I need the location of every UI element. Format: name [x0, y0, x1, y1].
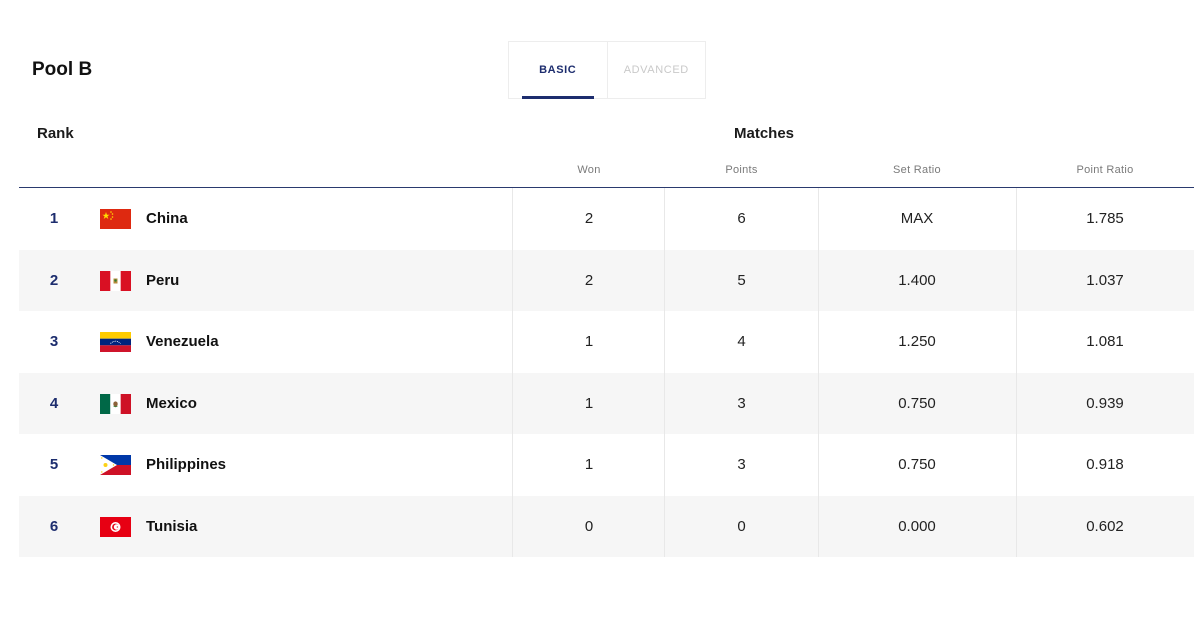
- pool-title: Pool B: [32, 59, 93, 80]
- peru-flag-icon: [100, 270, 131, 291]
- points-header: Points: [725, 164, 758, 176]
- table-row[interactable]: 4 Mexico 1 3 0.750 0.939: [19, 372, 1194, 435]
- tab-advanced[interactable]: ADVANCED: [606, 42, 706, 98]
- team-name[interactable]: Tunisia: [146, 496, 197, 558]
- mexico-flag-icon: [100, 393, 131, 414]
- won-cell: 1: [584, 333, 594, 351]
- set-ratio-header: Set Ratio: [893, 164, 941, 176]
- rank-cell: 3: [49, 333, 59, 351]
- rank-cell: 1: [49, 210, 59, 228]
- points-cell: 4: [737, 333, 746, 351]
- table-row[interactable]: 2 Peru 2 5 1.400 1.037: [19, 249, 1194, 312]
- standings-table: 1 China 2 6 MAX 1.785 2 Peru 2 5 1.400 1…: [19, 188, 1194, 557]
- point-ratio-cell: 0.602: [1086, 517, 1124, 535]
- matches-header: Matches: [734, 125, 795, 142]
- point-ratio-cell: 1.081: [1086, 333, 1124, 351]
- china-flag-icon: [100, 209, 131, 229]
- table-row[interactable]: 1 China 2 6 MAX 1.785: [19, 188, 1194, 250]
- won-cell: 2: [584, 210, 594, 228]
- rank-cell: 4: [49, 394, 59, 412]
- points-cell: 6: [737, 210, 746, 228]
- point-ratio-header: Point Ratio: [1076, 164, 1134, 176]
- column-divider: [512, 188, 513, 557]
- column-divider: [664, 188, 665, 557]
- set-ratio-cell: MAX: [900, 210, 934, 228]
- points-cell: 0: [737, 517, 746, 535]
- won-cell: 1: [584, 394, 594, 412]
- column-divider: [818, 188, 819, 557]
- set-ratio-cell: 1.250: [898, 333, 936, 351]
- won-header: Won: [577, 164, 601, 176]
- won-cell: 2: [584, 271, 594, 289]
- rank-cell: 6: [49, 517, 59, 535]
- set-ratio-cell: 1.400: [898, 271, 936, 289]
- rank-header: Rank: [37, 125, 74, 142]
- rank-cell: 2: [49, 271, 59, 289]
- team-name[interactable]: Peru: [146, 250, 179, 312]
- column-divider: [1016, 188, 1017, 557]
- points-cell: 3: [737, 394, 746, 412]
- point-ratio-cell: 0.918: [1086, 456, 1124, 474]
- table-row[interactable]: 5 Philippines 1 3 0.750 0.918: [19, 434, 1194, 496]
- point-ratio-cell: 0.939: [1086, 394, 1124, 412]
- point-ratio-cell: 1.037: [1086, 271, 1124, 289]
- points-cell: 5: [737, 271, 746, 289]
- philippines-flag-icon: [100, 455, 131, 475]
- point-ratio-cell: 1.785: [1086, 210, 1124, 228]
- points-cell: 3: [737, 456, 746, 474]
- team-name[interactable]: Mexico: [146, 373, 197, 435]
- set-ratio-cell: 0.750: [898, 456, 936, 474]
- table-row[interactable]: 3 Venezuela 1 4 1.250 1.081: [19, 311, 1194, 373]
- team-name[interactable]: China: [146, 188, 188, 250]
- venezuela-flag-icon: [100, 332, 131, 352]
- won-cell: 1: [584, 456, 594, 474]
- set-ratio-cell: 0.750: [898, 394, 936, 412]
- team-name[interactable]: Philippines: [146, 434, 226, 496]
- rank-cell: 5: [49, 456, 59, 474]
- tab-basic[interactable]: BASIC: [509, 42, 607, 99]
- tunisia-flag-icon: [100, 516, 131, 537]
- view-tabs: BASIC ADVANCED: [508, 41, 706, 99]
- won-cell: 0: [584, 517, 594, 535]
- table-row[interactable]: 6 Tunisia 0 0 0.000 0.602: [19, 495, 1194, 558]
- team-name[interactable]: Venezuela: [146, 311, 219, 373]
- set-ratio-cell: 0.000: [898, 517, 936, 535]
